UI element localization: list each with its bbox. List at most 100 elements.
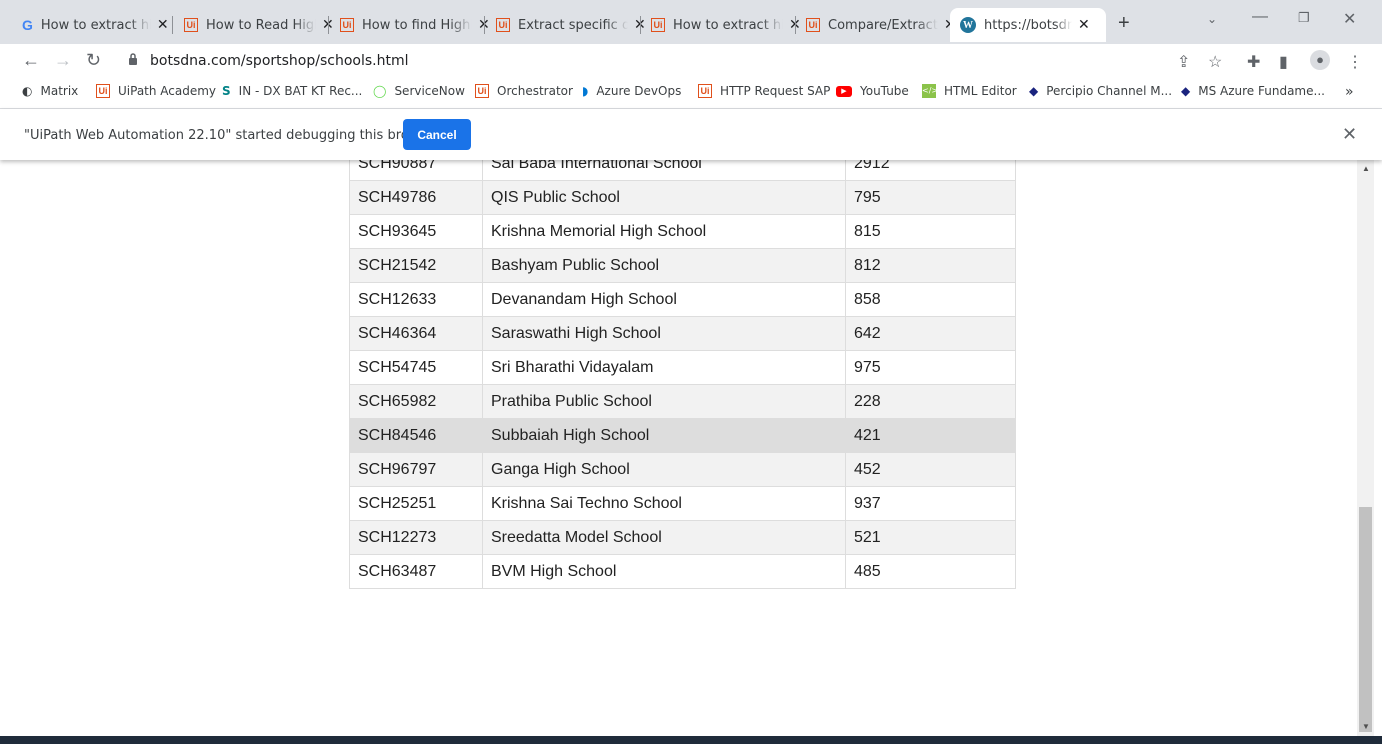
- school-count-cell: 2912: [845, 160, 1016, 181]
- table-row[interactable]: SCH54745 Sri Bharathi Vidayalam 975: [349, 350, 1016, 385]
- tab-5[interactable]: Ui How to extract hi ✕: [651, 8, 801, 42]
- tab-separator: [640, 16, 641, 34]
- table-row[interactable]: SCH46364 Saraswathi High School 642: [349, 316, 1016, 351]
- table-row[interactable]: SCH49786 QIS Public School 795: [349, 180, 1016, 215]
- close-icon[interactable]: ✕: [1342, 124, 1357, 145]
- taskbar: [0, 736, 1382, 744]
- schools-table: SCH90887 Sai Baba International School 291…: [349, 160, 1016, 589]
- school-code-cell: SCH96797: [349, 452, 483, 487]
- bookmark-label: HTTP Request SAP: [720, 84, 831, 98]
- debugging-infobar: "UiPath Web Automation 22.10" started de…: [0, 109, 1382, 160]
- uipath-icon: Ui: [651, 18, 665, 32]
- bookmark-dx-bat[interactable]: S IN - DX BAT KT Rec...: [222, 84, 362, 98]
- scroll-down-arrow-icon[interactable]: ▼: [1362, 722, 1370, 731]
- browser-toolbar: ← → ↻ botsdna.com/sportshop/schools.html…: [0, 44, 1382, 78]
- tab-strip: G How to extract hi ✕ Ui How to Read Hig…: [0, 0, 1382, 44]
- table-row[interactable]: SCH84546 Subbaiah High School 421: [349, 418, 1016, 453]
- bookmark-html-editor[interactable]: </> HTML Editor: [922, 84, 1017, 98]
- tab-3[interactable]: Ui How to find Highl ✕: [340, 8, 490, 42]
- forward-button[interactable]: →: [54, 50, 72, 71]
- table-row[interactable]: SCH12633 Devanandam High School 858: [349, 282, 1016, 317]
- tab-4[interactable]: Ui Extract specific da ✕: [496, 8, 646, 42]
- table-row[interactable]: SCH12273 Sreedatta Model School 521: [349, 520, 1016, 555]
- table-row[interactable]: SCH63487 BVM High School 485: [349, 554, 1016, 589]
- tab-search-icon[interactable]: ⌄: [1207, 12, 1217, 26]
- bookmark-azure-devops[interactable]: ◗ Azure DevOps: [582, 84, 681, 98]
- bookmark-matrix[interactable]: ◐ Matrix: [22, 84, 78, 98]
- tab-7-active[interactable]: W https://botsdna.c ✕: [950, 8, 1106, 42]
- tab-2[interactable]: Ui How to Read High ✕: [184, 8, 334, 42]
- table-row[interactable]: SCH96797 Ganga High School 452: [349, 452, 1016, 487]
- scroll-up-arrow-icon[interactable]: ▲: [1362, 164, 1370, 173]
- globe-icon: ◐: [22, 84, 33, 98]
- diamond-icon: ◆: [1181, 84, 1191, 98]
- side-panel-icon[interactable]: ▮: [1279, 52, 1288, 72]
- bookmark-orchestrator[interactable]: Ui Orchestrator: [475, 84, 573, 98]
- school-count-cell: 642: [845, 316, 1016, 351]
- table-row[interactable]: SCH93645 Krishna Memorial High School 815: [349, 214, 1016, 249]
- diamond-icon: ◆: [1029, 84, 1039, 98]
- tab-6[interactable]: Ui Compare/Extract ✕: [806, 8, 956, 42]
- bookmark-label: Percipio Channel M...: [1046, 84, 1173, 98]
- sharepoint-icon: S: [222, 84, 231, 98]
- tab-separator: [172, 16, 173, 34]
- bookmark-youtube[interactable]: ▶ YouTube: [836, 84, 909, 98]
- bookmark-label: YouTube: [860, 84, 909, 98]
- new-tab-button[interactable]: +: [1118, 12, 1130, 35]
- close-icon[interactable]: ✕: [157, 17, 169, 33]
- school-name-cell: Subbaiah High School: [482, 418, 846, 453]
- scrollbar-thumb[interactable]: [1359, 507, 1372, 732]
- school-name-cell: Saraswathi High School: [482, 316, 846, 351]
- school-name-cell: BVM High School: [482, 554, 846, 589]
- school-code-cell: SCH93645: [349, 214, 483, 249]
- table-row[interactable]: SCH65982 Prathiba Public School 228: [349, 384, 1016, 419]
- bookmark-label: MS Azure Fundame...: [1198, 84, 1325, 98]
- address-bar[interactable]: botsdna.com/sportshop/schools.html: [150, 53, 409, 69]
- bookmark-percipio[interactable]: ◆ Percipio Channel M...: [1029, 84, 1172, 98]
- profile-avatar-icon[interactable]: ●: [1310, 50, 1330, 70]
- tab-separator: [795, 16, 796, 34]
- school-name-cell: Ganga High School: [482, 452, 846, 487]
- uipath-icon: Ui: [806, 18, 820, 32]
- bookmark-http-request-sap[interactable]: Ui HTTP Request SAP: [698, 84, 830, 98]
- table-row[interactable]: SCH90887 Sai Baba International School 291…: [349, 160, 1016, 181]
- bookmark-star-icon[interactable]: ☆: [1208, 52, 1222, 72]
- school-name-cell: Bashyam Public School: [482, 248, 846, 283]
- bookmark-ms-azure[interactable]: ◆ MS Azure Fundame...: [1181, 84, 1325, 98]
- school-code-cell: SCH65982: [349, 384, 483, 419]
- bookmarks-bar: ◐ Matrix Ui UiPath Academy S IN - DX BAT…: [0, 78, 1382, 109]
- school-name-cell: Prathiba Public School: [482, 384, 846, 419]
- school-code-cell: SCH21542: [349, 248, 483, 283]
- uipath-icon: Ui: [475, 84, 489, 98]
- bookmark-label: Matrix: [40, 84, 79, 98]
- uipath-icon: Ui: [698, 84, 712, 98]
- tab-title: Extract specific da: [518, 17, 628, 33]
- share-icon[interactable]: ⇪: [1177, 52, 1190, 72]
- uipath-icon: Ui: [496, 18, 510, 32]
- table-row[interactable]: SCH21542 Bashyam Public School 812: [349, 248, 1016, 283]
- menu-kebab-icon[interactable]: ⋮: [1347, 52, 1363, 72]
- extensions-icon[interactable]: ✚: [1247, 52, 1260, 72]
- reload-button[interactable]: ↻: [86, 50, 101, 71]
- close-window-button[interactable]: ✕: [1343, 9, 1356, 29]
- school-code-cell: SCH25251: [349, 486, 483, 521]
- bookmark-servicenow[interactable]: ◯ ServiceNow: [373, 84, 465, 98]
- bookmark-uipath-academy[interactable]: Ui UiPath Academy: [96, 84, 216, 98]
- minimize-button[interactable]: —: [1252, 8, 1268, 26]
- cancel-button[interactable]: Cancel: [403, 119, 471, 150]
- wordpress-icon: W: [960, 17, 976, 33]
- youtube-icon: ▶: [836, 85, 852, 97]
- school-name-cell: Krishna Sai Techno School: [482, 486, 846, 521]
- restore-button[interactable]: ❐: [1298, 10, 1310, 26]
- vertical-scrollbar[interactable]: ▲ ▼: [1357, 160, 1374, 736]
- uipath-icon: Ui: [96, 84, 110, 98]
- tab-1[interactable]: G How to extract hi ✕: [22, 8, 169, 42]
- close-icon[interactable]: ✕: [1078, 17, 1090, 33]
- back-button[interactable]: ←: [22, 50, 40, 71]
- school-name-cell: QIS Public School: [482, 180, 846, 215]
- more-bookmarks-button[interactable]: »: [1345, 84, 1354, 100]
- tab-title: How to Read High: [206, 17, 316, 33]
- bookmark-label: Orchestrator: [497, 84, 573, 98]
- lock-icon[interactable]: [128, 53, 138, 65]
- table-row[interactable]: SCH25251 Krishna Sai Techno School 937: [349, 486, 1016, 521]
